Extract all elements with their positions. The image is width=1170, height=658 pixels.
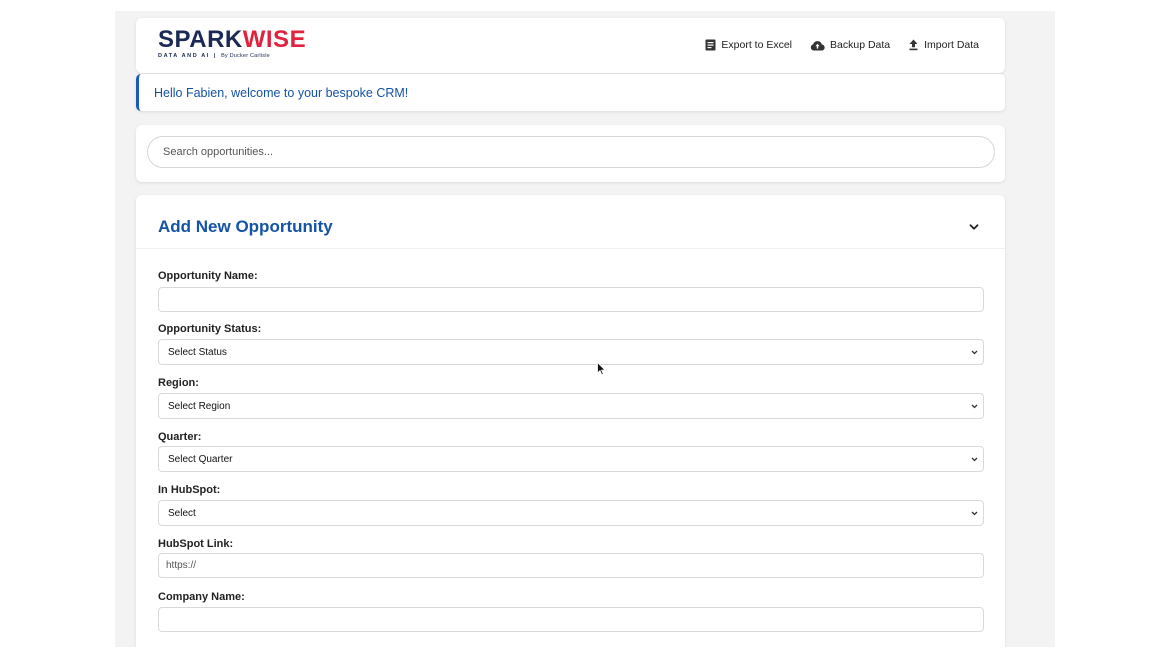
quarter-select[interactable]: Select Quarter	[158, 446, 984, 472]
in-hubspot-value: Select	[168, 507, 196, 519]
cloud-upload-icon	[810, 40, 825, 51]
company-name-label: Company Name:	[158, 591, 245, 603]
in-hubspot-label: In HubSpot:	[158, 484, 221, 496]
opportunity-status-select[interactable]: Select Status	[158, 339, 984, 365]
form-title: Add New Opportunity	[158, 217, 333, 236]
logo-separator: |	[213, 53, 218, 59]
chevron-down-icon	[970, 509, 979, 521]
opportunity-name-field[interactable]	[158, 287, 984, 312]
logo-wordmark: SPARKWISE	[158, 28, 306, 52]
hubspot-link-label: HubSpot Link:	[158, 538, 234, 550]
chevron-down-icon	[970, 402, 979, 414]
backup-data-label: Backup Data	[830, 39, 891, 51]
mouse-pointer-icon	[597, 361, 606, 381]
hubspot-link-field[interactable]	[158, 553, 984, 578]
logo-tagline: DATA AND AI	[158, 53, 210, 59]
app-viewport: SPARKWISE DATA AND AI | By Ducker Carlis…	[115, 11, 1055, 647]
welcome-banner: Hello Fabien, welcome to your bespoke CR…	[136, 74, 1005, 111]
backup-data-button[interactable]: Backup Data	[810, 39, 890, 51]
opportunity-status-label: Opportunity Status:	[158, 323, 262, 335]
search-input[interactable]	[147, 136, 995, 168]
chevron-down-icon	[970, 348, 979, 360]
add-opportunity-form: Add New Opportunity Opportunity Name: Op…	[136, 195, 1005, 647]
brand-logo[interactable]: SPARKWISE DATA AND AI | By Ducker Carlis…	[158, 28, 306, 60]
form-divider	[136, 248, 1005, 249]
logo-text-spark: SPARK	[158, 26, 243, 53]
search-panel	[136, 125, 1005, 182]
chevron-down-icon	[970, 455, 979, 467]
export-excel-button[interactable]: Export to Excel	[705, 39, 792, 51]
region-label: Region:	[158, 377, 199, 389]
company-name-field[interactable]	[158, 607, 984, 632]
welcome-message: Hello Fabien, welcome to your bespoke CR…	[154, 86, 409, 100]
logo-subline: DATA AND AI | By Ducker Carlisle	[158, 53, 306, 59]
app-header: SPARKWISE DATA AND AI | By Ducker Carlis…	[136, 18, 1005, 73]
region-value: Select Region	[168, 400, 231, 412]
spreadsheet-icon	[705, 39, 716, 51]
opportunity-status-value: Select Status	[168, 346, 227, 358]
quarter-label: Quarter:	[158, 431, 202, 443]
chevron-down-icon[interactable]	[967, 220, 981, 234]
opportunity-name-label: Opportunity Name:	[158, 270, 258, 282]
in-hubspot-select[interactable]: Select	[158, 500, 984, 526]
import-data-label: Import Data	[924, 39, 979, 51]
export-excel-label: Export to Excel	[721, 39, 793, 51]
logo-text-wise: WISE	[242, 26, 307, 53]
import-data-button[interactable]: Import Data	[908, 39, 979, 51]
upload-icon	[908, 39, 919, 51]
region-select[interactable]: Select Region	[158, 393, 984, 419]
header-actions: Export to Excel Backup Data Import Data	[705, 39, 979, 51]
quarter-value: Select Quarter	[168, 453, 233, 465]
logo-byline: By Ducker Carlisle	[221, 53, 270, 59]
